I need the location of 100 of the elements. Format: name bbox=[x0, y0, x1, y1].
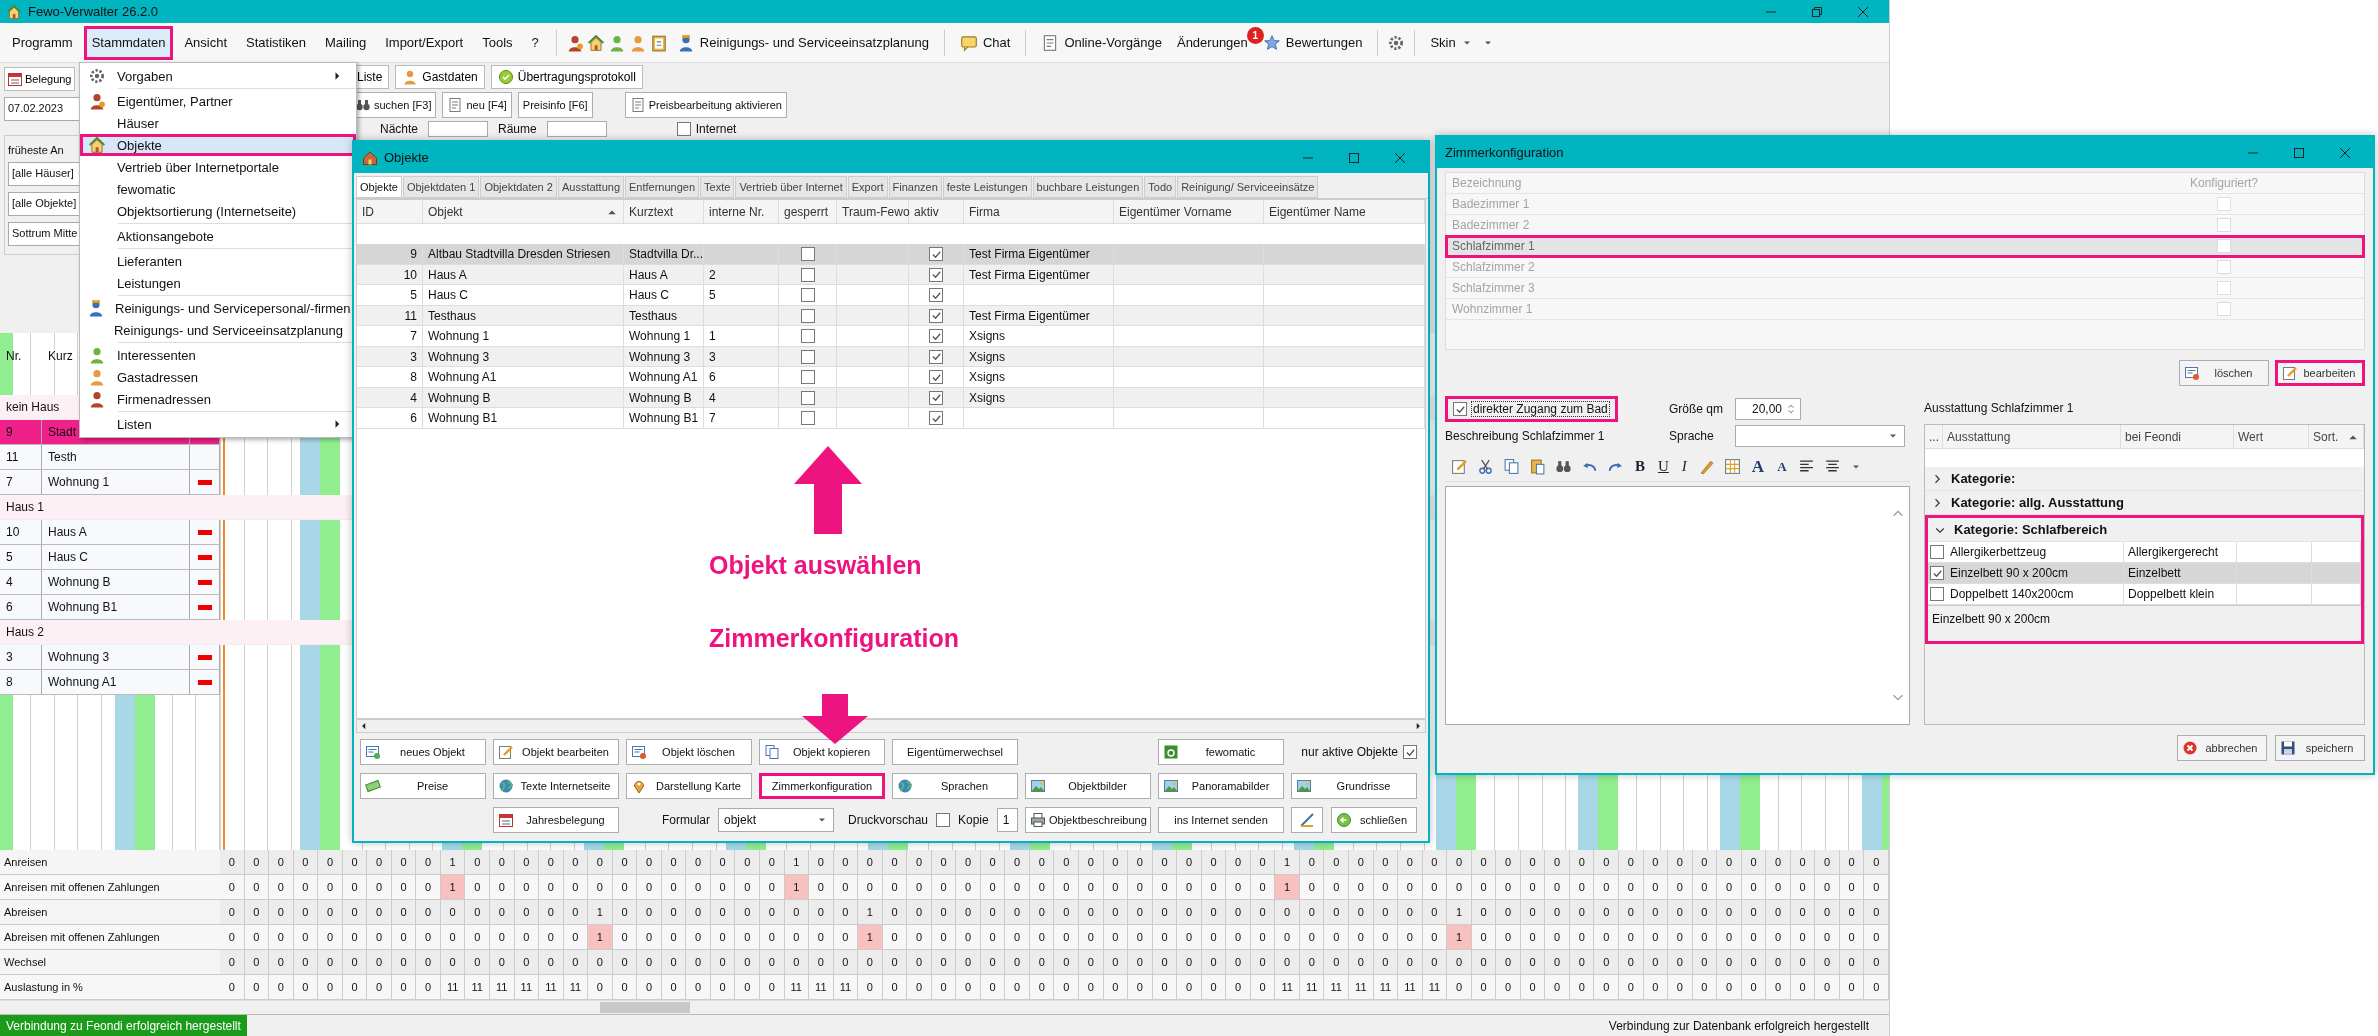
table-cell: 0 bbox=[1152, 925, 1178, 950]
table-cell: 0 bbox=[1692, 900, 1718, 925]
table-cell: 0 bbox=[1201, 925, 1227, 950]
table-cell: 0 bbox=[1594, 875, 1619, 900]
table-cell: 0 bbox=[318, 850, 343, 875]
table-cell: 0 bbox=[612, 900, 638, 925]
table-cell: 0 bbox=[1790, 975, 1816, 1000]
table-cell: 0 bbox=[318, 875, 343, 900]
table-cell: 11 bbox=[1422, 975, 1448, 1000]
table-cell: 0 bbox=[1496, 875, 1521, 900]
table-cell: 0 bbox=[907, 900, 932, 925]
table-cell: 0 bbox=[784, 950, 810, 975]
table-cell: 0 bbox=[490, 925, 515, 950]
table-cell: 0 bbox=[293, 900, 319, 925]
table-cell: 0 bbox=[1005, 850, 1030, 875]
table-cell: 0 bbox=[1545, 900, 1570, 925]
table-cell: 0 bbox=[269, 925, 294, 950]
table-cell: 0 bbox=[1569, 975, 1595, 1000]
table-cell: 0 bbox=[1496, 900, 1521, 925]
table-cell: 0 bbox=[367, 975, 392, 1000]
table-cell: 0 bbox=[1766, 925, 1791, 950]
table-cell: 0 bbox=[1250, 850, 1276, 875]
table-cell: 0 bbox=[1864, 900, 1889, 925]
table-cell: 0 bbox=[1520, 850, 1546, 875]
table-cell: 0 bbox=[980, 875, 1006, 900]
table-cell: 0 bbox=[1643, 875, 1669, 900]
table-cell: 0 bbox=[931, 900, 957, 925]
table-cell: 0 bbox=[1815, 975, 1840, 1000]
table-cell: 0 bbox=[735, 925, 760, 950]
table-cell: 0 bbox=[735, 975, 760, 1000]
table-cell: Wohnung B1 bbox=[624, 408, 704, 428]
table-cell: 0 bbox=[342, 975, 368, 1000]
table-cell: 0 bbox=[1692, 925, 1718, 950]
table-cell: Haus C bbox=[42, 545, 190, 569]
table-cell: 0 bbox=[1373, 925, 1399, 950]
table-cell: 0 bbox=[1717, 950, 1742, 975]
table-cell: 0 bbox=[1668, 950, 1693, 975]
table-cell: 0 bbox=[1250, 925, 1276, 950]
table-cell: 0 bbox=[1447, 875, 1472, 900]
table-cell: 0 bbox=[1471, 975, 1497, 1000]
table-cell: 0 bbox=[833, 950, 859, 975]
field-label: Sprache bbox=[1669, 429, 1715, 443]
table-cell: 0 bbox=[1839, 925, 1865, 950]
table-cell: 0 bbox=[1496, 925, 1521, 950]
table-cell: 0 bbox=[735, 875, 760, 900]
table-cell: 4 bbox=[0, 570, 42, 594]
table-cell: 0 bbox=[1029, 925, 1055, 950]
table-cell: 0 bbox=[1766, 950, 1791, 975]
table-cell: 0 bbox=[1790, 875, 1816, 900]
table-cell: 0 bbox=[244, 950, 270, 975]
table-cell: Allergikergerecht bbox=[2124, 542, 2237, 562]
table-cell: 0 bbox=[1103, 850, 1129, 875]
table-cell: 0 bbox=[809, 925, 834, 950]
table-cell: 0 bbox=[318, 950, 343, 975]
table-cell: Haus C bbox=[624, 285, 704, 305]
table-cell: 0 bbox=[661, 900, 687, 925]
table-cell: 0 bbox=[980, 950, 1006, 975]
table-cell: 0 bbox=[1766, 875, 1791, 900]
table-cell: 0 bbox=[1152, 850, 1178, 875]
table-cell: 0 bbox=[269, 900, 294, 925]
table-cell: 0 bbox=[1398, 875, 1423, 900]
table-cell: 0 bbox=[612, 850, 638, 875]
table-cell: 0 bbox=[244, 875, 270, 900]
row-label: Abreisen mit offenen Zahlungen bbox=[0, 925, 220, 950]
table-cell: 0 bbox=[637, 850, 662, 875]
table-cell: Wohnung A1 bbox=[42, 670, 190, 694]
table-cell: 0 bbox=[269, 875, 294, 900]
table-cell: Stadtvilla Dr... bbox=[624, 244, 704, 264]
table-cell: 0 bbox=[1029, 900, 1055, 925]
table-cell: 0 bbox=[710, 875, 736, 900]
table-cell: 0 bbox=[1594, 925, 1619, 950]
table-cell: 0 bbox=[563, 875, 589, 900]
table-cell: 6 bbox=[357, 408, 423, 428]
table-cell: 0 bbox=[220, 975, 245, 1000]
table-cell: 0 bbox=[956, 925, 981, 950]
table-cell: 0 bbox=[1054, 925, 1080, 950]
table-cell-text: Badezimmer 1 bbox=[1451, 197, 1531, 211]
table-cell: 0 bbox=[1864, 925, 1889, 950]
table-cell: 0 bbox=[1398, 900, 1423, 925]
table-cell: 8 bbox=[357, 367, 423, 387]
table-cell: Xsigns bbox=[964, 367, 1114, 387]
table-cell: 0 bbox=[1373, 850, 1399, 875]
table-cell: 0 bbox=[1839, 875, 1865, 900]
table-cell: 0 bbox=[1520, 875, 1546, 900]
table-cell: 0 bbox=[1766, 975, 1791, 1000]
table-cell: 0 bbox=[1839, 850, 1865, 875]
table-cell: 0 bbox=[882, 875, 908, 900]
table-cell: 0 bbox=[1103, 900, 1129, 925]
window-title: Zimmerkonfiguration bbox=[1445, 145, 1564, 160]
table-cell: 0 bbox=[1717, 875, 1742, 900]
table-cell: 0 bbox=[612, 950, 638, 975]
table-cell: 0 bbox=[293, 950, 319, 975]
field-label: Formular bbox=[662, 813, 710, 827]
table-cell: 0 bbox=[293, 875, 319, 900]
table-cell: 4 bbox=[704, 387, 779, 408]
table-cell: Wohnung 3 bbox=[42, 645, 190, 669]
table-cell: 0 bbox=[1103, 975, 1129, 1000]
table-cell: 0 bbox=[1520, 900, 1546, 925]
table-cell: 0 bbox=[1839, 900, 1865, 925]
status-message: Verbindung zu Feondi erfolgreich hergestellt bbox=[0, 1014, 247, 1036]
